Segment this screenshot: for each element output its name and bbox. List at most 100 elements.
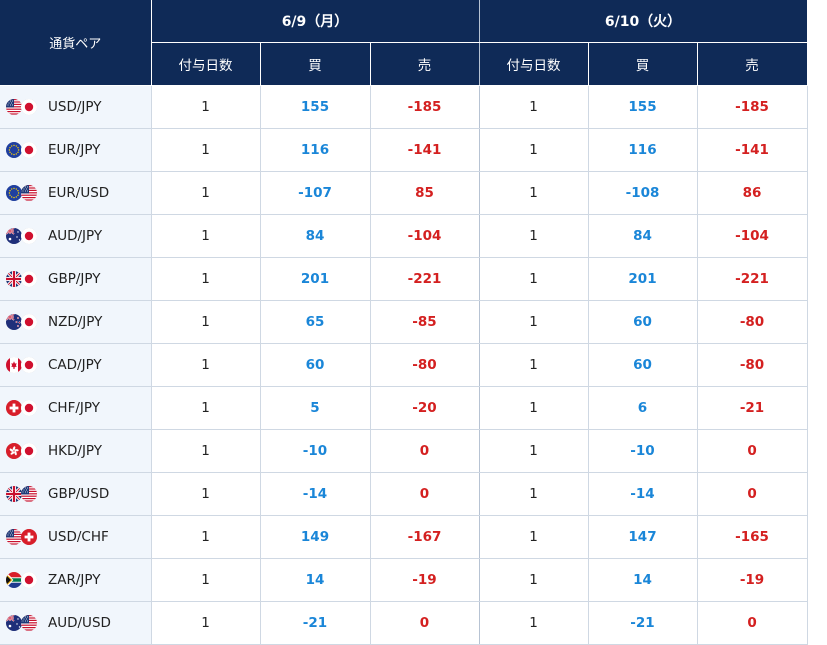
buy-cell-day2: 14 bbox=[588, 558, 698, 602]
sell-cell-day2: -21 bbox=[697, 386, 808, 430]
days-cell-day2: 1 bbox=[479, 429, 589, 473]
currency-pair-label: GBP/USD bbox=[48, 486, 110, 502]
days-cell-day1: 1 bbox=[151, 558, 261, 602]
header-buy-1: 買 bbox=[260, 42, 371, 86]
currency-pair-label: CHF/JPY bbox=[48, 400, 100, 416]
days-cell-day1: 1 bbox=[151, 128, 261, 172]
header-date-1: 6/9（月） bbox=[151, 0, 480, 43]
table-row: ZAR/JPY 1 14 -19 1 14 -19 bbox=[0, 558, 808, 602]
buy-cell-day2: 84 bbox=[588, 214, 698, 258]
buy-cell-day1: -14 bbox=[260, 472, 371, 516]
australia-flag-icon bbox=[6, 228, 22, 244]
sell-cell-day1: -20 bbox=[370, 386, 480, 430]
buy-cell-day2: -108 bbox=[588, 171, 698, 215]
days-cell-day1: 1 bbox=[151, 429, 261, 473]
days-cell-day2: 1 bbox=[479, 257, 589, 301]
days-cell-day2: 1 bbox=[479, 472, 589, 516]
sell-cell-day1: -104 bbox=[370, 214, 480, 258]
buy-cell-day2: 6 bbox=[588, 386, 698, 430]
currency-pair-cell: EUR/JPY bbox=[0, 128, 152, 172]
pair-flags bbox=[6, 486, 38, 502]
pair-flags bbox=[6, 99, 38, 115]
days-cell-day2: 1 bbox=[479, 601, 589, 645]
pair-flags bbox=[6, 400, 38, 416]
currency-pair-label: AUD/USD bbox=[48, 615, 111, 631]
sell-cell-day1: 0 bbox=[370, 601, 480, 645]
days-cell-day1: 1 bbox=[151, 300, 261, 344]
japan-flag-icon bbox=[21, 572, 37, 588]
currency-pair-label: EUR/JPY bbox=[48, 142, 101, 158]
currency-pair-cell: GBP/JPY bbox=[0, 257, 152, 301]
pair-flags bbox=[6, 443, 38, 459]
table-row: USD/CHF 1 149 -167 1 147 -165 bbox=[0, 515, 808, 559]
sell-cell-day2: 0 bbox=[697, 601, 808, 645]
days-cell-day1: 1 bbox=[151, 85, 261, 129]
buy-cell-day1: 116 bbox=[260, 128, 371, 172]
currency-pair-cell: HKD/JPY bbox=[0, 429, 152, 473]
buy-cell-day1: 60 bbox=[260, 343, 371, 387]
buy-cell-day2: 116 bbox=[588, 128, 698, 172]
japan-flag-icon bbox=[21, 443, 37, 459]
currency-pair-cell: CAD/JPY bbox=[0, 343, 152, 387]
table-row: EUR/JPY 1 116 -141 1 116 -141 bbox=[0, 128, 808, 172]
pair-flags bbox=[6, 572, 38, 588]
table-row: AUD/USD 1 -21 0 1 -21 0 bbox=[0, 601, 808, 645]
buy-cell-day1: 5 bbox=[260, 386, 371, 430]
days-cell-day2: 1 bbox=[479, 171, 589, 215]
currency-pair-label: NZD/JPY bbox=[48, 314, 103, 330]
sell-cell-day2: -19 bbox=[697, 558, 808, 602]
days-cell-day1: 1 bbox=[151, 515, 261, 559]
usa-flag-icon bbox=[21, 185, 37, 201]
sell-cell-day2: -165 bbox=[697, 515, 808, 559]
sell-cell-day2: -185 bbox=[697, 85, 808, 129]
japan-flag-icon bbox=[21, 357, 37, 373]
sell-cell-day2: -141 bbox=[697, 128, 808, 172]
header-sell-2: 売 bbox=[697, 42, 808, 86]
currency-pair-label: AUD/JPY bbox=[48, 228, 103, 244]
canada-flag-icon bbox=[6, 357, 22, 373]
days-cell-day2: 1 bbox=[479, 300, 589, 344]
usa-flag-icon bbox=[21, 615, 37, 631]
days-cell-day1: 1 bbox=[151, 343, 261, 387]
japan-flag-icon bbox=[21, 271, 37, 287]
days-cell-day2: 1 bbox=[479, 386, 589, 430]
pair-flags bbox=[6, 529, 38, 545]
pair-flags bbox=[6, 357, 38, 373]
table-row: CAD/JPY 1 60 -80 1 60 -80 bbox=[0, 343, 808, 387]
buy-cell-day1: 155 bbox=[260, 85, 371, 129]
south-africa-flag-icon bbox=[6, 572, 22, 588]
header-sell-1: 売 bbox=[370, 42, 480, 86]
days-cell-day1: 1 bbox=[151, 257, 261, 301]
table-row: EUR/USD 1 -107 85 1 -108 86 bbox=[0, 171, 808, 215]
usa-flag-icon bbox=[6, 529, 22, 545]
buy-cell-day2: -21 bbox=[588, 601, 698, 645]
uk-flag-icon bbox=[6, 486, 22, 502]
buy-cell-day2: 60 bbox=[588, 300, 698, 344]
pair-flags bbox=[6, 185, 38, 201]
japan-flag-icon bbox=[21, 228, 37, 244]
usa-flag-icon bbox=[21, 486, 37, 502]
buy-cell-day1: 84 bbox=[260, 214, 371, 258]
pair-flags bbox=[6, 314, 38, 330]
currency-pair-cell: GBP/USD bbox=[0, 472, 152, 516]
buy-cell-day1: 65 bbox=[260, 300, 371, 344]
days-cell-day2: 1 bbox=[479, 85, 589, 129]
header-days-2: 付与日数 bbox=[479, 42, 589, 86]
eu-flag-icon bbox=[6, 142, 22, 158]
table-row: HKD/JPY 1 -10 0 1 -10 0 bbox=[0, 429, 808, 473]
table-row: GBP/JPY 1 201 -221 1 201 -221 bbox=[0, 257, 808, 301]
currency-pair-label: HKD/JPY bbox=[48, 443, 103, 459]
table-row: GBP/USD 1 -14 0 1 -14 0 bbox=[0, 472, 808, 516]
days-cell-day1: 1 bbox=[151, 386, 261, 430]
currency-pair-cell: CHF/JPY bbox=[0, 386, 152, 430]
buy-cell-day2: 201 bbox=[588, 257, 698, 301]
buy-cell-day2: -14 bbox=[588, 472, 698, 516]
days-cell-day1: 1 bbox=[151, 171, 261, 215]
sell-cell-day2: 86 bbox=[697, 171, 808, 215]
pair-flags bbox=[6, 271, 38, 287]
buy-cell-day2: -10 bbox=[588, 429, 698, 473]
sell-cell-day2: -221 bbox=[697, 257, 808, 301]
switzerland-flag-icon bbox=[21, 529, 37, 545]
currency-pair-cell: USD/JPY bbox=[0, 85, 152, 129]
sell-cell-day1: 0 bbox=[370, 429, 480, 473]
